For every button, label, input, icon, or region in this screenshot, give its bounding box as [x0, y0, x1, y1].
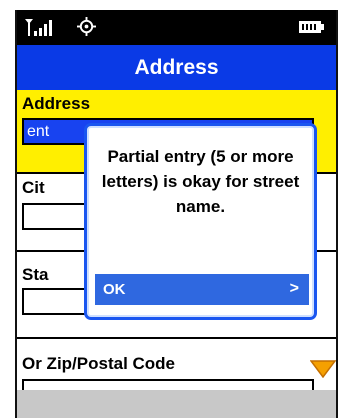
screen-title: Address [17, 45, 336, 90]
battery-icon [299, 21, 324, 33]
address-label: Address [22, 94, 91, 113]
ok-button-label: OK [103, 281, 126, 298]
chevron-right-icon: > [289, 280, 299, 297]
state-label: Sta [22, 265, 49, 284]
softkey-bar [17, 390, 336, 418]
info-dialog: Partial entry (5 or more letters) is oka… [84, 123, 317, 320]
scroll-down-arrow-icon[interactable] [310, 360, 336, 378]
signal-strength-icon [25, 19, 52, 36]
zip-label: Or Zip/Postal Code [22, 354, 176, 373]
city-label: Cit [22, 178, 45, 197]
divider [17, 337, 336, 339]
phone-screen: Address Address ent Cit Sta Or Zip/Posta… [15, 10, 338, 418]
ok-button[interactable]: OK > [95, 274, 309, 305]
status-bar [17, 10, 336, 45]
gear-icon [77, 17, 96, 36]
dialog-message: Partial entry (5 or more letters) is oka… [101, 147, 300, 216]
